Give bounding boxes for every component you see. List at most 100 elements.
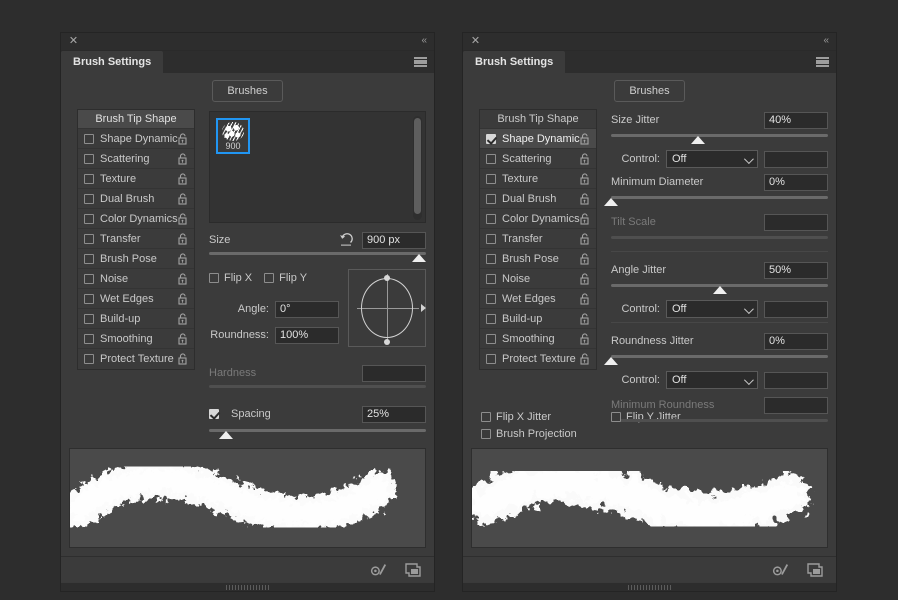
dial-handle-top[interactable]: [384, 275, 390, 281]
checkbox-transfer[interactable]: [84, 233, 94, 244]
hamburger-menu-icon[interactable]: [414, 57, 427, 67]
angle-roundness-dial[interactable]: [348, 269, 426, 347]
checkbox-color-dynamics[interactable]: [486, 213, 496, 224]
lock-open-icon[interactable]: [580, 192, 591, 205]
lock-open-icon[interactable]: [178, 252, 189, 265]
brush-projection-row[interactable]: Brush Projection: [481, 428, 577, 440]
roundness-jitter-slider[interactable]: [604, 354, 828, 365]
dial-handle-bottom[interactable]: [384, 339, 390, 345]
checkbox-wet-edges[interactable]: [486, 293, 496, 304]
new-brush-preset-icon[interactable]: [806, 562, 824, 578]
slider-knob[interactable]: [412, 254, 427, 262]
roundness-jitter-input[interactable]: 0%: [764, 332, 828, 350]
brushes-button[interactable]: Brushes: [614, 80, 685, 102]
lock-open-icon[interactable]: [178, 212, 189, 225]
roundness-control-dropdown[interactable]: Off: [666, 371, 758, 389]
brushes-button[interactable]: Brushes: [212, 80, 283, 102]
size-input[interactable]: 900 px: [362, 231, 426, 249]
tab-brush-settings[interactable]: Brush Settings: [61, 51, 164, 73]
lock-open-icon[interactable]: [580, 332, 591, 345]
slider-knob[interactable]: [604, 357, 618, 365]
sidebar-item-protect-texture[interactable]: Protect Texture: [480, 349, 596, 369]
checkbox-flip-y-jitter[interactable]: [611, 411, 621, 422]
checkbox-brush-pose[interactable]: [486, 253, 496, 264]
sidebar-item-texture[interactable]: Texture: [480, 169, 596, 189]
checkbox-flip-y[interactable]: [264, 273, 275, 283]
close-icon[interactable]: ✕: [470, 36, 481, 47]
brush-tip-picker[interactable]: 900: [209, 111, 426, 223]
sidebar-item-transfer[interactable]: Transfer: [480, 229, 596, 249]
sidebar-item-scattering[interactable]: Scattering: [480, 149, 596, 169]
brush-toggle-icon[interactable]: [370, 562, 388, 578]
checkbox-scattering[interactable]: [486, 153, 496, 164]
double-chevron-left-icon[interactable]: «: [421, 35, 426, 46]
sidebar-item-color-dynamics[interactable]: Color Dynamics: [78, 209, 194, 229]
tab-brush-settings[interactable]: Brush Settings: [463, 51, 566, 73]
sidebar-item-brush-tip-shape[interactable]: Brush Tip Shape: [480, 110, 596, 129]
checkbox-protect-texture[interactable]: [486, 354, 496, 364]
lock-open-icon[interactable]: [178, 332, 189, 345]
brush-toggle-icon[interactable]: [772, 562, 790, 578]
checkbox-brush-pose[interactable]: [84, 253, 94, 264]
reset-arrow-icon[interactable]: [339, 233, 354, 247]
hardness-slider[interactable]: [209, 384, 426, 395]
lock-open-icon[interactable]: [580, 353, 591, 365]
panel-resize-grip-left[interactable]: [61, 582, 434, 591]
angle-control-dropdown[interactable]: Off: [666, 300, 758, 318]
sidebar-item-noise[interactable]: Noise: [480, 269, 596, 289]
checkbox-transfer[interactable]: [486, 233, 496, 244]
sidebar-item-brush-pose[interactable]: Brush Pose: [480, 249, 596, 269]
slider-knob[interactable]: [219, 431, 234, 439]
sidebar-item-shape-dynamics[interactable]: Shape Dynamics: [78, 129, 194, 149]
minimum-diameter-input[interactable]: 0%: [764, 173, 828, 191]
lock-open-icon[interactable]: [178, 353, 189, 365]
sidebar-item-brush-tip-shape[interactable]: Brush Tip Shape: [78, 110, 194, 129]
sidebar-item-noise[interactable]: Noise: [78, 269, 194, 289]
size-jitter-input[interactable]: 40%: [764, 111, 828, 129]
checkbox-smoothing[interactable]: [486, 333, 496, 344]
sidebar-item-wet-edges[interactable]: Wet Edges: [78, 289, 194, 309]
flip-x-jitter-row[interactable]: Flip X Jitter: [481, 411, 599, 423]
hardness-input[interactable]: [362, 364, 426, 382]
sidebar-item-texture[interactable]: Texture: [78, 169, 194, 189]
lock-open-icon[interactable]: [178, 292, 189, 305]
sidebar-item-smoothing[interactable]: Smoothing: [480, 329, 596, 349]
checkbox-smoothing[interactable]: [84, 333, 94, 344]
size-control-dropdown[interactable]: Off: [666, 150, 758, 168]
size-jitter-slider[interactable]: [611, 133, 828, 144]
minimum-diameter-slider[interactable]: [604, 195, 828, 206]
slider-knob[interactable]: [604, 198, 618, 206]
angle-jitter-slider[interactable]: [611, 283, 828, 294]
lock-open-icon[interactable]: [178, 172, 189, 185]
minimum-roundness-slider[interactable]: [611, 418, 828, 429]
roundness-control-input[interactable]: [764, 371, 828, 389]
sidebar-item-build-up[interactable]: Build-up: [480, 309, 596, 329]
close-icon[interactable]: ✕: [68, 36, 79, 47]
minimum-roundness-input[interactable]: [764, 396, 828, 414]
dial-angle-pointer[interactable]: [421, 304, 426, 312]
lock-open-icon[interactable]: [178, 312, 189, 325]
lock-open-icon[interactable]: [580, 232, 591, 245]
checkbox-build-up[interactable]: [84, 313, 94, 324]
tilt-scale-input[interactable]: [764, 213, 828, 231]
lock-open-icon[interactable]: [580, 272, 591, 285]
checkbox-dual-brush[interactable]: [486, 193, 496, 204]
brush-tip-thumbnail[interactable]: 900: [216, 118, 250, 154]
lock-open-icon[interactable]: [178, 192, 189, 205]
checkbox-flip-x[interactable]: [209, 273, 219, 283]
lock-open-icon[interactable]: [178, 232, 189, 245]
sidebar-item-transfer[interactable]: Transfer: [78, 229, 194, 249]
checkbox-scattering[interactable]: [84, 153, 94, 164]
lock-open-icon[interactable]: [580, 312, 591, 325]
checkbox-protect-texture[interactable]: [84, 354, 94, 364]
sidebar-item-dual-brush[interactable]: Dual Brush: [78, 189, 194, 209]
checkbox-spacing[interactable]: [209, 409, 219, 419]
sidebar-item-smoothing[interactable]: Smoothing: [78, 329, 194, 349]
checkbox-shape-dynamics[interactable]: [84, 133, 94, 144]
checkbox-noise[interactable]: [486, 273, 496, 284]
lock-open-icon[interactable]: [580, 212, 591, 225]
sidebar-item-brush-pose[interactable]: Brush Pose: [78, 249, 194, 269]
size-slider[interactable]: [209, 251, 427, 262]
checkbox-dual-brush[interactable]: [84, 193, 94, 204]
angle-input[interactable]: 0°: [275, 300, 339, 318]
